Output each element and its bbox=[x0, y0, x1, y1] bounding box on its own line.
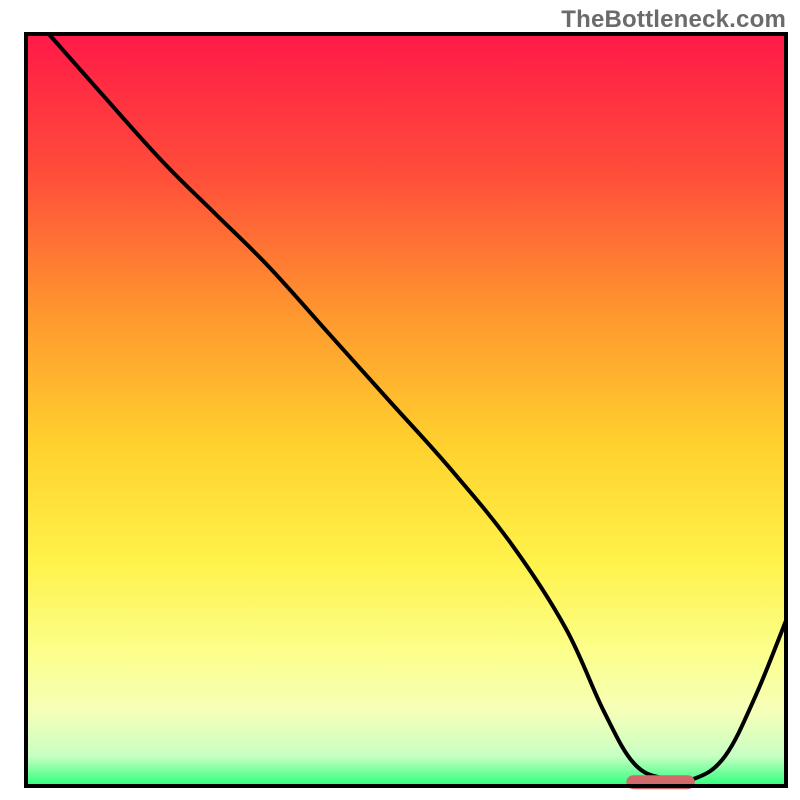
plot-area bbox=[26, 34, 786, 789]
watermark-text: TheBottleneck.com bbox=[561, 6, 786, 34]
chart-container: { "watermark": "TheBottleneck.com", "cha… bbox=[0, 0, 800, 800]
gradient-background bbox=[26, 34, 786, 786]
bottleneck-chart bbox=[0, 0, 800, 800]
